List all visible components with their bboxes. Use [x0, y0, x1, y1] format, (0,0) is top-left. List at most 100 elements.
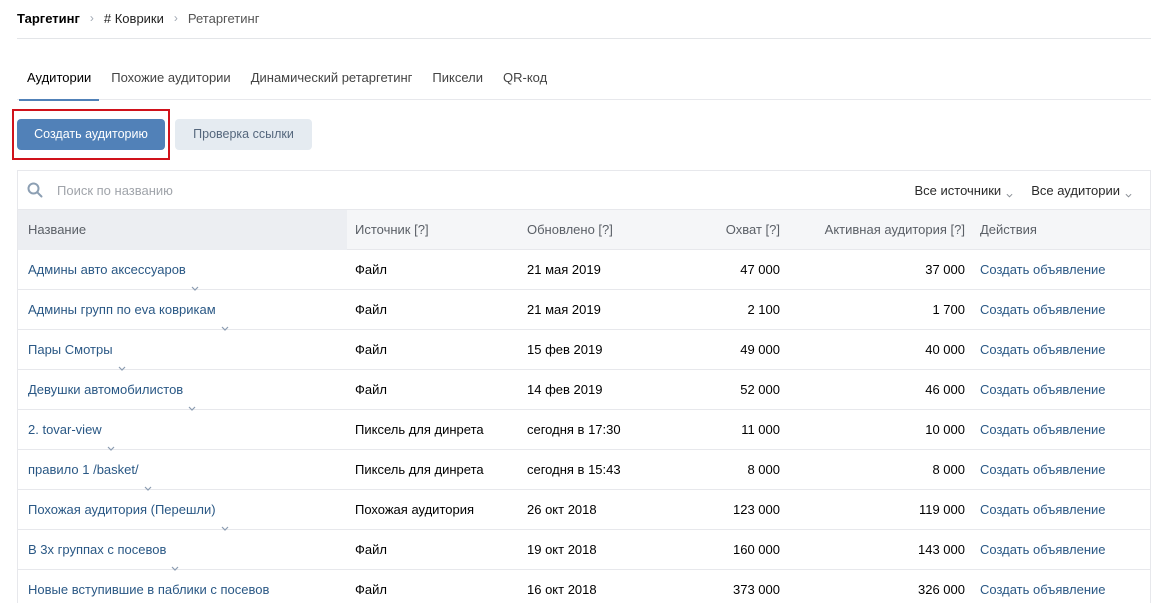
audience-name[interactable]: Девушки автомобилистов — [18, 370, 347, 411]
create-ad-link[interactable]: Создать объявление — [980, 330, 1150, 369]
source-cell: Файл — [355, 262, 387, 277]
chevron-down-icon[interactable] — [221, 308, 229, 331]
reach-cell: 11 000 — [741, 422, 780, 437]
chevron-down-icon[interactable] — [107, 428, 115, 451]
search-bar: Все источники Все аудитории — [18, 171, 1150, 210]
chevron-down-icon[interactable] — [191, 268, 199, 291]
chevron-down-icon[interactable] — [221, 508, 229, 531]
table-row: Админы авто аксессуаров Файл 21 мая 2019… — [18, 250, 1150, 291]
header-reach[interactable]: Охват [?] — [619, 222, 780, 237]
audience-name[interactable]: правило 1 /basket/ — [18, 450, 347, 491]
reach-cell: 52 000 — [740, 382, 780, 397]
breadcrumb: Таргетинг › # Коврики › Ретаргетинг — [17, 10, 259, 26]
audience-name[interactable]: Новые вступившие в паблики с посевов — [18, 570, 347, 603]
chevron-down-icon[interactable] — [188, 388, 196, 411]
header-name[interactable]: Название — [18, 209, 347, 250]
create-ad-link[interactable]: Создать объявление — [980, 490, 1150, 529]
search-icon — [27, 182, 43, 198]
source-cell: Пиксель для динрета — [355, 462, 484, 477]
filters: Все источники Все аудитории — [914, 183, 1150, 198]
audience-name-text: Похожая аудитория (Перешли) — [28, 502, 216, 517]
audience-name-text: Девушки автомобилистов — [28, 382, 184, 397]
breadcrumb-item-cabinet[interactable]: # Коврики — [104, 11, 164, 26]
source-cell: Пиксель для динрета — [355, 422, 484, 437]
header-source[interactable]: Источник [?] — [355, 222, 515, 237]
sources-filter[interactable]: Все источники — [914, 183, 1013, 198]
active-audience-cell: 119 000 — [918, 502, 965, 517]
chevron-down-icon[interactable] — [144, 468, 152, 491]
reach-cell: 47 000 — [740, 262, 780, 277]
table-row: Админы групп по eva коврикам Файл 21 мая… — [18, 290, 1150, 331]
audience-name[interactable]: 2. tovar-view — [18, 410, 347, 451]
reach-cell: 373 000 — [733, 582, 780, 597]
reach-cell: 8 000 — [747, 462, 780, 477]
chevron-down-icon — [1125, 187, 1132, 198]
active-audience-cell: 143 000 — [918, 542, 965, 557]
audience-name[interactable]: Пары Смотры — [18, 330, 347, 371]
audience-name-text: Новые вступившие в паблики с посевов — [28, 582, 270, 597]
tab-pixels[interactable]: Пиксели — [422, 60, 493, 100]
active-audience-cell: 10 000 — [925, 422, 965, 437]
active-audience-cell: 46 000 — [925, 382, 965, 397]
create-ad-link[interactable]: Создать объявление — [980, 570, 1150, 603]
source-cell: Файл — [355, 582, 387, 597]
search-input[interactable] — [57, 182, 657, 198]
audience-name[interactable]: Админы групп по eva коврикам — [18, 290, 347, 331]
tab-dynamic-retargeting[interactable]: Динамический ретаргетинг — [241, 60, 423, 100]
reach-cell: 2 100 — [747, 302, 780, 317]
active-audience-cell: 37 000 — [925, 262, 965, 277]
audience-name[interactable]: Похожая аудитория (Перешли) — [18, 490, 347, 531]
active-audience-cell: 40 000 — [925, 342, 965, 357]
tab-qr-code[interactable]: QR-код — [493, 60, 557, 100]
create-ad-link[interactable]: Создать объявление — [980, 290, 1150, 329]
audiences-panel: Все источники Все аудитории Название Ист… — [17, 170, 1151, 603]
reach-cell: 49 000 — [740, 342, 780, 357]
divider — [17, 38, 1151, 39]
audience-name-text: В 3х группах с посевов — [28, 542, 167, 557]
chevron-down-icon[interactable] — [118, 348, 126, 371]
audience-name-text: правило 1 /basket/ — [28, 462, 139, 477]
tab-audiences[interactable]: Аудитории — [17, 60, 101, 101]
active-audience-cell: 1 700 — [932, 302, 965, 317]
create-audience-button[interactable]: Создать аудиторию — [17, 119, 165, 150]
breadcrumb-root[interactable]: Таргетинг — [17, 11, 80, 26]
reach-cell: 123 000 — [733, 502, 780, 517]
table-row: Пары Смотры Файл 15 фев 2019 49 000 40 0… — [18, 330, 1150, 371]
table-row: правило 1 /basket/ Пиксель для динрета с… — [18, 450, 1150, 491]
create-ad-link[interactable]: Создать объявление — [980, 410, 1150, 449]
chevron-down-icon — [1006, 187, 1013, 198]
table-row: 2. tovar-view Пиксель для динрета сегодн… — [18, 410, 1150, 451]
create-ad-link[interactable]: Создать объявление — [980, 530, 1150, 569]
header-actions: Действия — [980, 222, 1037, 237]
create-ad-link[interactable]: Создать объявление — [980, 450, 1150, 489]
table-row: Девушки автомобилистов Файл 14 фев 2019 … — [18, 370, 1150, 411]
chevron-down-icon[interactable] — [171, 548, 179, 571]
source-cell: Файл — [355, 342, 387, 357]
reach-cell: 160 000 — [733, 542, 780, 557]
table-row: Похожая аудитория (Перешли) Похожая ауди… — [18, 490, 1150, 531]
tabs-bar: Аудитории Похожие аудитории Динамический… — [17, 60, 1151, 101]
chevron-down-icon[interactable] — [274, 588, 282, 594]
table-row: Новые вступившие в паблики с посевов Фай… — [18, 570, 1150, 603]
source-cell: Файл — [355, 382, 387, 397]
create-ad-link[interactable]: Создать объявление — [980, 250, 1150, 289]
table-header: Название Источник [?] Обновлено [?] Охва… — [18, 209, 1150, 250]
check-link-button[interactable]: Проверка ссылки — [175, 119, 312, 150]
tab-lookalike[interactable]: Похожие аудитории — [101, 60, 240, 100]
audience-name[interactable]: Админы авто аксессуаров — [18, 250, 347, 291]
audience-name-text: Админы групп по eva коврикам — [28, 302, 216, 317]
sources-filter-label: Все источники — [914, 182, 1002, 198]
audiences-filter[interactable]: Все аудитории — [1031, 183, 1132, 198]
create-ad-link[interactable]: Создать объявление — [980, 370, 1150, 409]
chevron-right-icon: › — [173, 11, 178, 25]
audience-name[interactable]: В 3х группах с посевов — [18, 530, 347, 571]
active-audience-cell: 326 000 — [918, 582, 965, 597]
audience-name-text: Пары Смотры — [28, 342, 113, 357]
table-row: В 3х группах с посевов Файл 19 окт 2018 … — [18, 530, 1150, 571]
chevron-right-icon: › — [89, 11, 94, 25]
source-cell: Файл — [355, 302, 387, 317]
active-audience-cell: 8 000 — [932, 462, 965, 477]
audience-name-text: 2. tovar-view — [28, 422, 102, 437]
header-active-audience[interactable]: Активная аудитория [?] — [788, 222, 965, 237]
source-cell: Файл — [355, 542, 387, 557]
